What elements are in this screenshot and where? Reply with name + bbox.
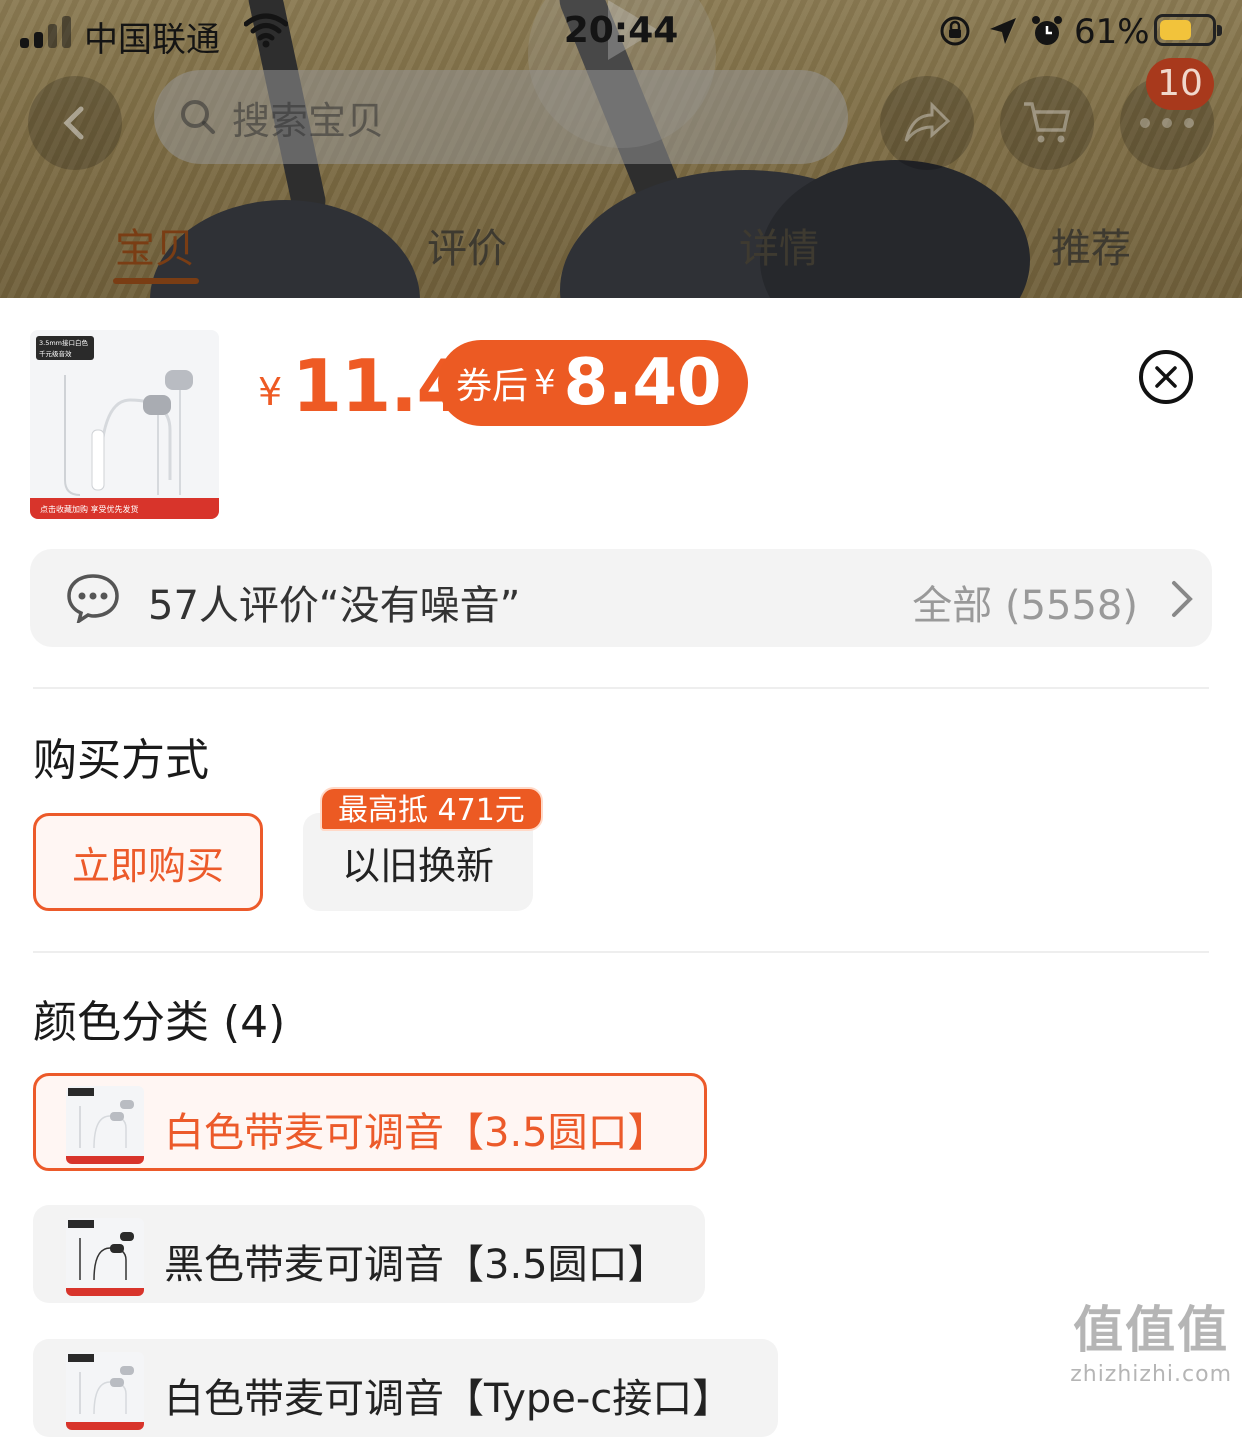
product-page-background: 中国联通 20:44 61% 搜索宝贝 10 宝贝 评价 详情 推荐 xyxy=(0,0,1242,300)
battery-level-fill xyxy=(1160,20,1191,40)
purchase-method-title: 购买方式 xyxy=(33,735,209,786)
product-banner-text: 点击收藏加购 享受优先发货 xyxy=(40,504,139,514)
coupon-label: 券后 xyxy=(456,366,529,407)
chevron-right-icon xyxy=(1172,581,1193,617)
product-tag-subtext: 千元级音效 xyxy=(39,349,72,358)
color-option-label: 黑色带麦可调音【3.5圆口】 xyxy=(164,1242,668,1288)
more-dots-icon xyxy=(1140,118,1194,128)
review-all-count[interactable]: 全部 (5558) xyxy=(912,573,1138,631)
tab-details[interactable]: 详情 xyxy=(739,216,819,274)
location-arrow-icon xyxy=(990,18,1016,44)
product-image: 3.5mm接口白色 千元级音效 点击收藏加购 享受优先发货 xyxy=(30,330,219,519)
watermark-logo: 值值值 xyxy=(1073,1301,1230,1359)
watermark: 值值值 zhizhizhi.com xyxy=(1070,1290,1232,1387)
cart-button[interactable] xyxy=(1000,76,1094,170)
search-bar[interactable]: 搜索宝贝 xyxy=(154,70,848,164)
earbud-image xyxy=(66,1220,144,1296)
close-button[interactable] xyxy=(1139,350,1193,404)
back-button[interactable] xyxy=(28,76,122,170)
search-placeholder: 搜索宝贝 xyxy=(232,98,385,143)
tab-recommend[interactable]: 推荐 xyxy=(1051,216,1131,274)
tab-baobei[interactable]: 宝贝 xyxy=(115,216,195,274)
trade-in-discount-tag: 最高抵 471元 xyxy=(320,787,543,831)
tab-reviews[interactable]: 评价 xyxy=(427,216,507,274)
product-thumbnail[interactable]: 3.5mm接口白色 千元级音效 点击收藏加购 享受优先发货 xyxy=(30,330,219,519)
search-icon xyxy=(181,100,215,134)
cart-icon xyxy=(1024,102,1071,143)
color-option-thumbnail xyxy=(66,1352,144,1430)
chevron-left-icon xyxy=(63,106,84,140)
coupon-currency: ¥ xyxy=(534,363,556,403)
share-button[interactable] xyxy=(880,76,974,170)
share-icon xyxy=(904,101,951,142)
battery-percent: 61% xyxy=(1074,12,1150,52)
color-option-thumbnail xyxy=(66,1086,144,1164)
watermark-url: zhizhizhi.com xyxy=(1070,1362,1232,1387)
color-option-label: 白色带麦可调音【Type-c接口】 xyxy=(164,1376,733,1422)
earbud-image xyxy=(66,1088,144,1164)
trade-in-label: 以旧换新 xyxy=(341,843,494,888)
earbud-image xyxy=(66,1354,144,1430)
cart-count-badge: 10 xyxy=(1146,58,1214,110)
page-tabs: 宝贝 评价 详情 推荐 xyxy=(0,210,1242,290)
active-tab-indicator xyxy=(113,278,199,284)
status-bar: 中国联通 20:44 61% xyxy=(0,0,1242,64)
color-option-label: 白色带麦可调音【3.5圆口】 xyxy=(164,1110,668,1156)
divider xyxy=(33,687,1209,689)
buy-now-option[interactable]: 立即购买 xyxy=(33,813,263,911)
buy-now-label: 立即购买 xyxy=(71,843,224,888)
coupon-price-badge: 券后 ¥ 8.40 xyxy=(438,340,748,426)
color-option-black-3.5mm[interactable]: 黑色带麦可调音【3.5圆口】 xyxy=(33,1205,705,1303)
color-option-white-3.5mm[interactable]: 白色带麦可调音【3.5圆口】 xyxy=(33,1073,707,1171)
sku-selection-sheet: 3.5mm接口白色 千元级音效 点击收藏加购 享受优先发货 ¥ 11.4 券后 … xyxy=(0,298,1242,1437)
divider xyxy=(33,951,1209,953)
coupon-price: 8.40 xyxy=(563,346,722,420)
product-tag-text: 3.5mm接口白色 xyxy=(39,338,89,347)
rotation-lock-icon xyxy=(940,16,970,46)
battery-icon xyxy=(1154,14,1222,46)
color-option-thumbnail xyxy=(66,1218,144,1296)
color-category-title: 颜色分类 (4) xyxy=(33,997,286,1048)
review-summary-bar[interactable]: 57人评价“没有噪音” 全部 (5558) xyxy=(30,549,1212,647)
chat-bubble-icon xyxy=(67,574,119,623)
price-currency: ¥ xyxy=(258,370,283,414)
close-icon xyxy=(1155,366,1177,388)
alarm-icon xyxy=(1032,16,1062,45)
review-highlight-text: 57人评价“没有噪音” xyxy=(148,583,521,629)
color-option-white-type-c[interactable]: 白色带麦可调音【Type-c接口】 xyxy=(33,1339,778,1437)
